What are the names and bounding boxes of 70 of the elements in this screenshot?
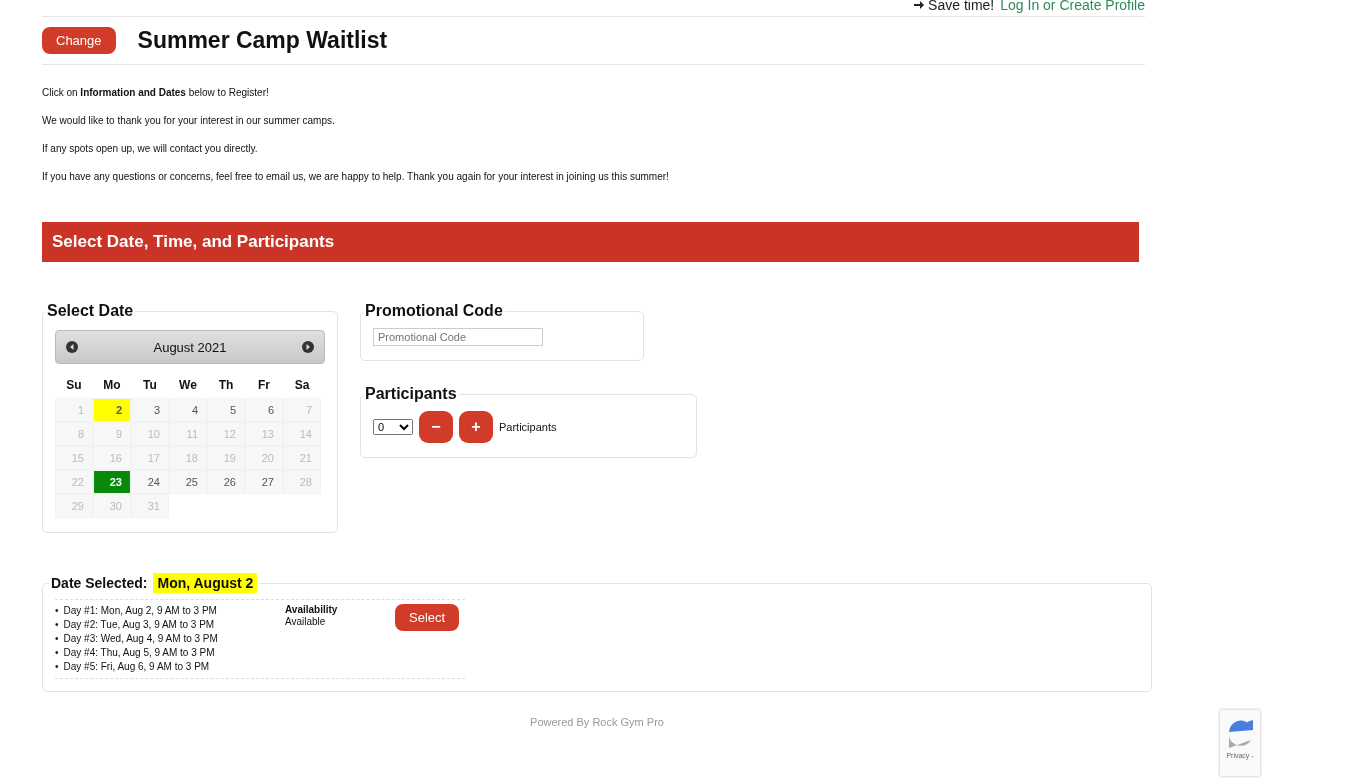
calendar-day[interactable]: 23 [93,470,131,494]
change-button[interactable]: Change [42,27,116,54]
page-title: Summer Camp Waitlist [137,27,388,54]
calendar-day: 31 [131,494,169,518]
calendar-day: 18 [169,446,207,470]
login-link[interactable]: Log In or Create Profile [1000,0,1145,13]
bullet: • [55,618,59,632]
bullet: • [55,632,59,646]
availability-heading: Availability [285,604,339,616]
powered-by-text: Powered By Rock Gym Pro [530,716,664,728]
weekday-label: Mo [102,377,122,394]
calendar-day[interactable]: 3 [131,398,169,422]
increase-button[interactable]: + [459,411,493,443]
bullet: • [55,646,59,660]
calendar-day[interactable]: 6 [245,398,283,422]
participants-label: Participants [499,421,557,433]
panel-legend: Participants [363,385,459,403]
calendar-day[interactable]: 5 [207,398,245,422]
intro-paragraph: If you have any questions or concerns, feel free to email us, we are happy to help. Thank you again for your interest in joining us this summer! [42,171,670,182]
calendar-day[interactable]: 24 [131,470,169,494]
weekday-label: Tu [142,377,158,394]
panel-legend: Select Date [45,302,136,320]
calendar-day[interactable]: 27 [245,470,283,494]
panel-legend: Promotional Code [363,302,505,320]
calendar-day[interactable]: 2 [93,398,131,422]
schedule-item: Day #1: Mon, Aug 2, 9 AM to 3 PM [63,604,217,618]
intro-paragraph: If any spots open up, we will contact you directly. [42,143,259,154]
participant-count-select[interactable]: 0 [373,419,413,435]
next-icon[interactable] [302,341,314,353]
promo-code-field[interactable]: Promotional Code [373,328,543,346]
calendar-day: 14 [283,422,321,446]
calendar-day: 12 [207,422,245,446]
calendar-day: 1 [55,398,93,422]
weekday-label: Th [217,377,235,394]
selected-date-highlight: Mon, August 2 [153,573,258,593]
calendar-day: 7 [283,398,321,422]
save-time-text: Save time! [913,0,995,13]
schedule-item: Day #4: Thu, Aug 5, 9 AM to 3 PM [63,646,215,660]
previous-icon[interactable] [66,341,78,353]
bullet: • [55,604,59,618]
calendar-day: 21 [283,446,321,470]
intro-paragraph: Click on Information and Dates below to Register! [42,87,270,98]
weekday-label: We [178,377,198,394]
calendar-day[interactable]: 4 [169,398,207,422]
calendar-day: 20 [245,446,283,470]
calendar-day: 11 [169,422,207,446]
calendar-day: 8 [55,422,93,446]
bullet: • [55,660,59,674]
date-selected-label: Date Selected: [51,575,148,591]
weekday-label: Sa [293,377,311,394]
calendar-day: 29 [55,494,93,518]
calendar-day[interactable]: 26 [207,470,245,494]
calendar-day: 22 [55,470,93,494]
select-button[interactable]: Select [395,604,460,631]
decrease-button[interactable]: − [419,411,453,443]
schedule-item: Day #2: Tue, Aug 3, 9 AM to 3 PM [63,618,215,632]
calendar-day[interactable]: 25 [169,470,207,494]
sign-in-icon [913,0,926,11]
calendar-day: 28 [283,470,321,494]
calendar-day: 30 [93,494,131,518]
weekday-label: Su [65,377,83,394]
schedule-item: Day #5: Fri, Aug 6, 9 AM to 3 PM [63,660,210,674]
availability-status: Available [285,616,327,628]
section-header: Select Date, Time, and Participants [42,222,1139,262]
intro-paragraph: We would like to thank you for your interest in our summer camps. [42,115,336,126]
weekday-label: Fr [257,377,271,394]
calendar-day: 13 [245,422,283,446]
schedule-item: Day #3: Wed, Aug 4, 9 AM to 3 PM [63,632,218,646]
month-label: August 2021 [153,339,227,355]
calendar-day: 17 [131,446,169,470]
